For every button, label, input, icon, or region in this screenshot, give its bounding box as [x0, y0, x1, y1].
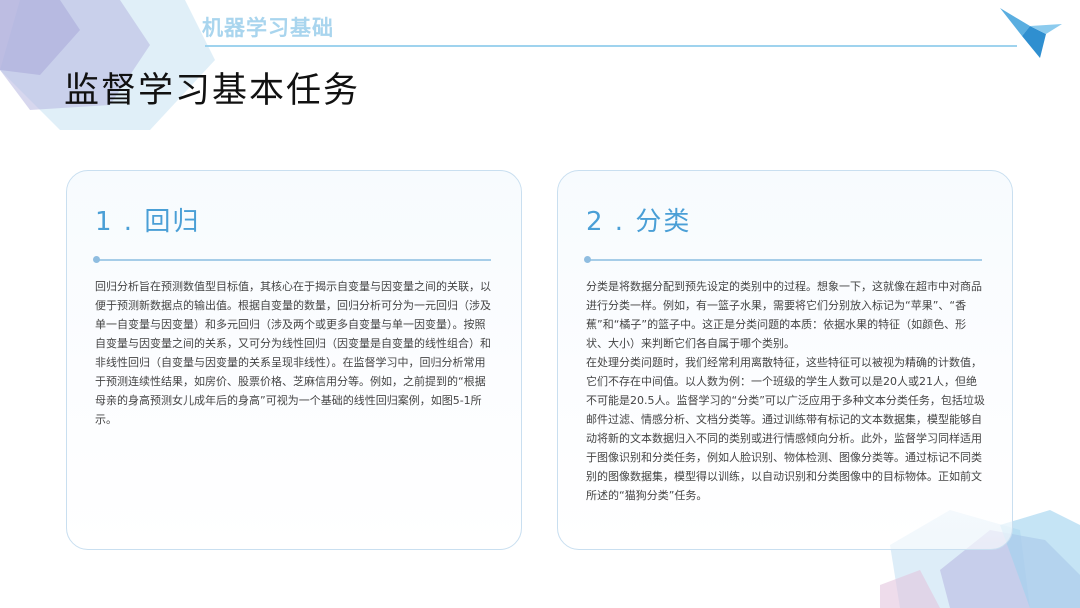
classification-paragraph: 在处理分类问题时，我们经常利用离散特征，这些特征可以被视为精确的计数值，它们不存…: [586, 356, 985, 502]
header-divider: [205, 45, 1017, 47]
regression-body: 回归分析旨在预测数值型目标值，其核心在于揭示自变量与因变量之间的关联，以便于预测…: [95, 277, 495, 429]
paper-bird-logo-icon: [1000, 8, 1062, 58]
classification-heading-rule: [584, 256, 982, 263]
regression-heading: 1 . 回归: [95, 207, 201, 237]
classification-body: 分类是将数据分配到预先设定的类别中的过程。想象一下，这就像在超市中对商品进行分类…: [586, 277, 986, 505]
regression-card: 1 . 回归 回归分析旨在预测数值型目标值，其核心在于揭示自变量与因变量之间的关…: [66, 170, 522, 550]
classification-paragraph: 分类是将数据分配到预先设定的类别中的过程。想象一下，这就像在超市中对商品进行分类…: [586, 280, 982, 350]
classification-heading: 2 . 分类: [586, 207, 692, 237]
slide-title: 监督学习基本任务: [64, 71, 361, 111]
classification-card: 2 . 分类 分类是将数据分配到预先设定的类别中的过程。想象一下，这就像在超市中…: [557, 170, 1013, 550]
regression-heading-rule: [93, 256, 491, 263]
section-title: 机器学习基础: [202, 16, 334, 40]
regression-paragraph: 回归分析旨在预测数值型目标值，其核心在于揭示自变量与因变量之间的关联，以便于预测…: [95, 280, 491, 426]
